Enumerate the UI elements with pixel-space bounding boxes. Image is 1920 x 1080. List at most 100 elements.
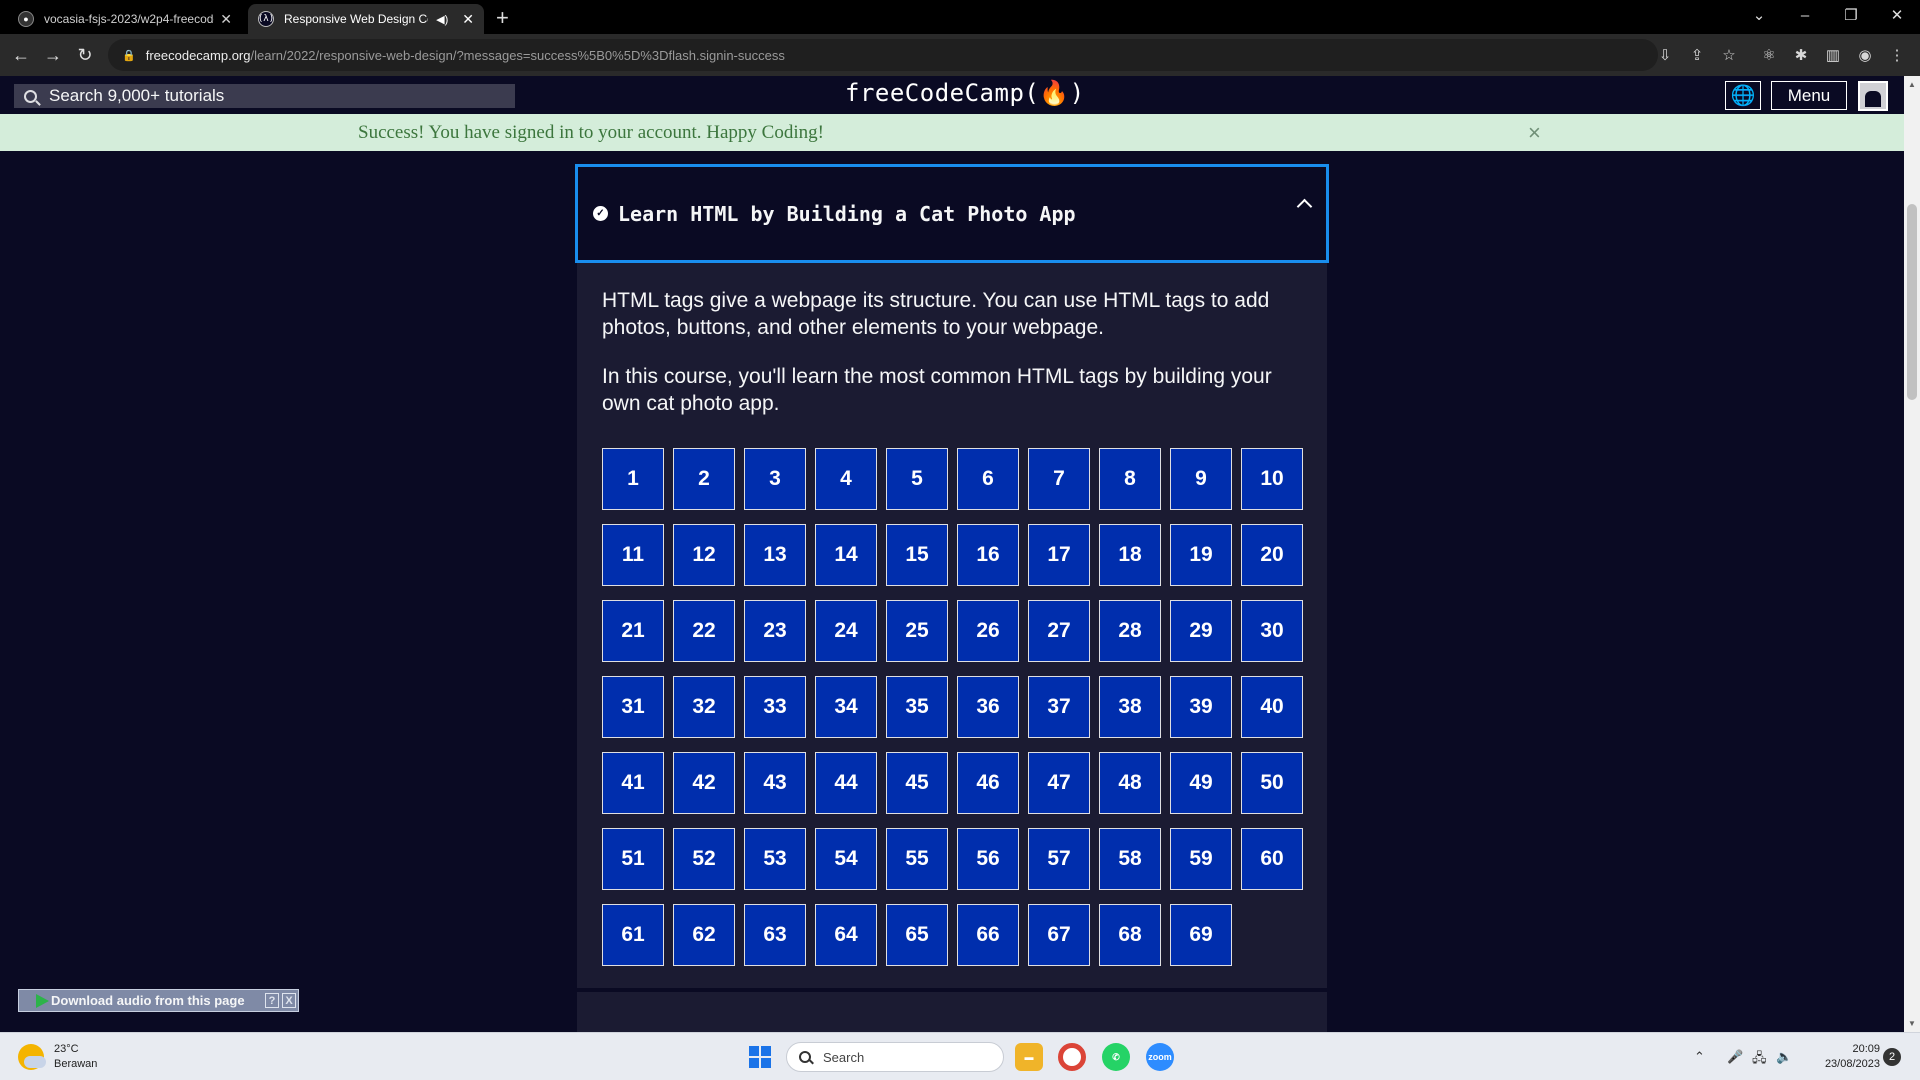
step-button[interactable]: 1 bbox=[602, 448, 664, 510]
search-input[interactable]: Search 9,000+ tutorials bbox=[14, 84, 515, 108]
step-button[interactable]: 41 bbox=[602, 752, 664, 814]
system-clock[interactable]: 20:09 23/08/2023 bbox=[1810, 1042, 1880, 1072]
lock-icon[interactable]: 🔒 bbox=[122, 49, 136, 62]
close-tab-icon[interactable]: ✕ bbox=[462, 11, 474, 28]
step-button[interactable]: 55 bbox=[886, 828, 948, 890]
zoom-icon[interactable]: zoom bbox=[1146, 1043, 1174, 1071]
notification-badge[interactable]: 2 bbox=[1883, 1048, 1901, 1066]
step-button[interactable]: 17 bbox=[1028, 524, 1090, 586]
step-button[interactable]: 49 bbox=[1170, 752, 1232, 814]
react-devtools-icon[interactable]: ⚛ bbox=[1756, 42, 1782, 68]
user-avatar[interactable] bbox=[1858, 81, 1888, 111]
install-icon[interactable]: ⇩ bbox=[1652, 42, 1678, 68]
step-button[interactable]: 22 bbox=[673, 600, 735, 662]
tray-overflow-icon[interactable]: ⌃ bbox=[1694, 1049, 1705, 1065]
step-button[interactable]: 59 bbox=[1170, 828, 1232, 890]
network-icon[interactable]: 🖧 bbox=[1752, 1049, 1767, 1071]
step-button[interactable]: 68 bbox=[1099, 904, 1161, 966]
step-button[interactable]: 11 bbox=[602, 524, 664, 586]
step-button[interactable]: 35 bbox=[886, 676, 948, 738]
reload-button[interactable]: ↻ bbox=[72, 42, 98, 68]
step-button[interactable]: 46 bbox=[957, 752, 1019, 814]
file-explorer-icon[interactable]: ▬ bbox=[1015, 1043, 1043, 1071]
close-icon[interactable]: × bbox=[1528, 120, 1541, 146]
step-button[interactable]: 31 bbox=[602, 676, 664, 738]
forward-button[interactable]: → bbox=[40, 42, 66, 68]
profile-avatar[interactable]: ◉ bbox=[1852, 42, 1878, 68]
minimize-button[interactable]: – bbox=[1782, 0, 1828, 30]
step-button[interactable]: 53 bbox=[744, 828, 806, 890]
step-button[interactable]: 51 bbox=[602, 828, 664, 890]
tab-search-icon[interactable]: ⌄ bbox=[1736, 0, 1782, 30]
step-button[interactable]: 7 bbox=[1028, 448, 1090, 510]
step-button[interactable]: 27 bbox=[1028, 600, 1090, 662]
step-button[interactable]: 43 bbox=[744, 752, 806, 814]
step-button[interactable]: 5 bbox=[886, 448, 948, 510]
step-button[interactable]: 6 bbox=[957, 448, 1019, 510]
step-button[interactable]: 3 bbox=[744, 448, 806, 510]
step-button[interactable]: 25 bbox=[886, 600, 948, 662]
scrollbar-thumb[interactable] bbox=[1907, 204, 1917, 400]
step-button[interactable]: 19 bbox=[1170, 524, 1232, 586]
step-button[interactable]: 58 bbox=[1099, 828, 1161, 890]
step-button[interactable]: 56 bbox=[957, 828, 1019, 890]
step-button[interactable]: 38 bbox=[1099, 676, 1161, 738]
step-button[interactable]: 50 bbox=[1241, 752, 1303, 814]
step-button[interactable]: 15 bbox=[886, 524, 948, 586]
step-button[interactable]: 40 bbox=[1241, 676, 1303, 738]
bookmark-star-icon[interactable]: ☆ bbox=[1716, 42, 1742, 68]
volume-icon[interactable]: 🔈 bbox=[1776, 1049, 1792, 1065]
scroll-down-arrow[interactable]: ▼ bbox=[1908, 1019, 1916, 1028]
step-button[interactable]: 67 bbox=[1028, 904, 1090, 966]
step-button[interactable]: 26 bbox=[957, 600, 1019, 662]
freecodecamp-logo[interactable]: freeCodeCamp(🔥) bbox=[845, 79, 1085, 107]
step-button[interactable]: 44 bbox=[815, 752, 877, 814]
step-button[interactable]: 23 bbox=[744, 600, 806, 662]
step-button[interactable]: 9 bbox=[1170, 448, 1232, 510]
step-button[interactable]: 65 bbox=[886, 904, 948, 966]
chrome-icon[interactable] bbox=[1058, 1043, 1086, 1071]
step-button[interactable]: 52 bbox=[673, 828, 735, 890]
extensions-icon[interactable]: ✱ bbox=[1788, 42, 1814, 68]
step-button[interactable]: 36 bbox=[957, 676, 1019, 738]
step-button[interactable]: 42 bbox=[673, 752, 735, 814]
share-icon[interactable]: ⇪ bbox=[1684, 42, 1710, 68]
weather-widget[interactable]: 23°C Berawan bbox=[18, 1042, 97, 1072]
browser-tab-freecodecamp[interactable]: (λ) Responsive Web Design Cert ◀) ✕ bbox=[248, 4, 484, 34]
step-button[interactable]: 62 bbox=[673, 904, 735, 966]
whatsapp-icon[interactable]: ✆ bbox=[1102, 1043, 1130, 1071]
step-button[interactable]: 21 bbox=[602, 600, 664, 662]
step-button[interactable]: 24 bbox=[815, 600, 877, 662]
next-block-header[interactable] bbox=[577, 992, 1327, 1032]
step-button[interactable]: 45 bbox=[886, 752, 948, 814]
close-button[interactable]: X bbox=[282, 993, 296, 1008]
browser-tab-github[interactable]: ● vocasia-fsjs-2023/w2p4-freecode ✕ bbox=[8, 4, 242, 34]
audio-playing-icon[interactable]: ◀) bbox=[436, 13, 448, 26]
step-button[interactable]: 14 bbox=[815, 524, 877, 586]
step-button[interactable]: 60 bbox=[1241, 828, 1303, 890]
microphone-icon[interactable]: 🎤 bbox=[1727, 1049, 1743, 1065]
step-button[interactable]: 33 bbox=[744, 676, 806, 738]
step-button[interactable]: 20 bbox=[1241, 524, 1303, 586]
step-button[interactable]: 30 bbox=[1241, 600, 1303, 662]
step-button[interactable]: 37 bbox=[1028, 676, 1090, 738]
browser-menu-icon[interactable]: ⋮ bbox=[1884, 42, 1910, 68]
step-button[interactable]: 61 bbox=[602, 904, 664, 966]
step-button[interactable]: 63 bbox=[744, 904, 806, 966]
step-button[interactable]: 18 bbox=[1099, 524, 1161, 586]
menu-button[interactable]: Menu bbox=[1771, 81, 1847, 110]
step-button[interactable]: 54 bbox=[815, 828, 877, 890]
help-button[interactable]: ? bbox=[265, 993, 279, 1008]
step-button[interactable]: 2 bbox=[673, 448, 735, 510]
step-button[interactable]: 13 bbox=[744, 524, 806, 586]
restore-button[interactable]: ❐ bbox=[1828, 0, 1874, 30]
step-button[interactable]: 66 bbox=[957, 904, 1019, 966]
step-button[interactable]: 8 bbox=[1099, 448, 1161, 510]
step-button[interactable]: 64 bbox=[815, 904, 877, 966]
step-button[interactable]: 48 bbox=[1099, 752, 1161, 814]
language-globe-icon[interactable]: 🌐 bbox=[1725, 81, 1761, 110]
block-header[interactable]: ✓ Learn HTML by Building a Cat Photo App bbox=[575, 164, 1329, 263]
step-button[interactable]: 29 bbox=[1170, 600, 1232, 662]
step-button[interactable]: 32 bbox=[673, 676, 735, 738]
step-button[interactable]: 16 bbox=[957, 524, 1019, 586]
